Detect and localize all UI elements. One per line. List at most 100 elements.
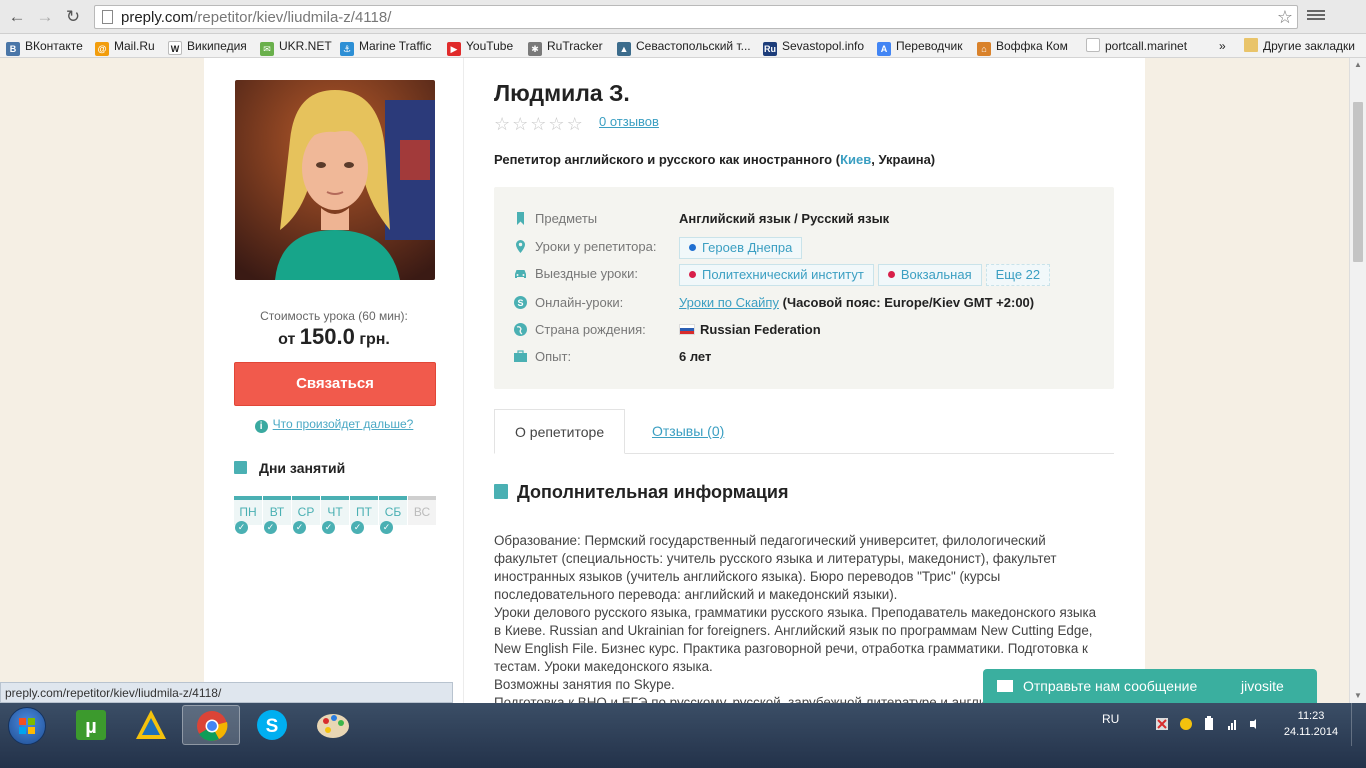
chat-message[interactable]: Отправьте нам сообщение xyxy=(1023,678,1197,694)
bookmark-1[interactable]: @ Mail.Ru xyxy=(95,38,155,56)
calendar-icon xyxy=(234,461,247,474)
page-scrollbar[interactable]: ▲ ▼ xyxy=(1349,58,1366,703)
envelope-icon xyxy=(997,680,1013,692)
youtube-icon: ▶ xyxy=(447,42,461,56)
tray-icons[interactable] xyxy=(1156,715,1256,733)
more-locations-button[interactable]: Еще 22 xyxy=(985,264,1051,286)
address-bar[interactable]: preply.com/repetitor/kiev/liudmila-z/411… xyxy=(94,5,1298,29)
what-next-link[interactable]: i Что произойдет дальше? xyxy=(204,417,464,433)
url-text[interactable]: preply.com/repetitor/kiev/liudmila-z/411… xyxy=(121,9,391,26)
bookmark-3[interactable]: ✉ UKR.NET xyxy=(260,38,332,56)
ukrnet-icon: ✉ xyxy=(260,42,274,56)
bookmark-0[interactable]: В ВКонтакте xyxy=(6,38,83,56)
bookmark-6[interactable]: ✱ RuTracker xyxy=(528,38,603,56)
utorrent-task[interactable]: µ xyxy=(62,705,120,745)
browser-toolbar: ← → ↻ preply.com/repetitor/kiev/liudmila… xyxy=(0,0,1366,34)
location-pin-icon xyxy=(516,240,525,253)
skype-task[interactable]: S xyxy=(243,705,301,745)
bookmarks-overflow[interactable]: » xyxy=(1219,38,1226,54)
vk-icon: В xyxy=(6,42,20,56)
reload-icon[interactable]: ↻ xyxy=(62,6,84,28)
profile-page: Стоимость урока (60 мин): от 150.0 грн. … xyxy=(204,58,1145,703)
days-title: Дни занятий xyxy=(234,460,345,476)
tab-about[interactable]: О репетиторе xyxy=(494,409,626,454)
day-6: ВС xyxy=(408,496,436,525)
day-3: ЧТ ✓ xyxy=(321,496,349,534)
tab-reviews[interactable]: Отзывы (0) xyxy=(632,409,744,454)
triangle-app-icon xyxy=(136,710,166,739)
home-icon: ⌂ xyxy=(977,42,991,56)
skype-icon: S xyxy=(514,296,527,309)
travel-tag[interactable]: Политехнический институт xyxy=(679,264,874,286)
reviews-link[interactable]: 0 отзывов xyxy=(599,114,659,129)
day-2: СР ✓ xyxy=(292,496,320,534)
travel-tag[interactable]: Вокзальная xyxy=(877,264,982,286)
taskbar: µ S xyxy=(0,703,1366,768)
sevastopol-icon: ▲ xyxy=(617,42,631,56)
russia-flag-icon xyxy=(679,324,695,335)
chrome-task[interactable] xyxy=(182,705,240,745)
day-5: СБ ✓ xyxy=(379,496,407,534)
about-paragraph: Образование: Пермский государственный пе… xyxy=(494,533,1057,602)
windows-logo-icon xyxy=(19,718,35,734)
bookmark-icon xyxy=(517,212,524,225)
bookmark-4[interactable]: ⚓ Marine Traffic xyxy=(340,38,431,56)
contact-button[interactable]: Связаться xyxy=(234,362,436,406)
scrollbar-thumb[interactable] xyxy=(1353,102,1363,262)
translator-icon: A xyxy=(877,42,891,56)
bookmark-9[interactable]: A Переводчик xyxy=(877,38,963,56)
menu-icon[interactable] xyxy=(1307,8,1325,24)
start-button[interactable] xyxy=(8,707,46,745)
scroll-down-icon[interactable]: ▼ xyxy=(1350,689,1366,703)
profile-sidebar: Стоимость урока (60 мин): от 150.0 грн. … xyxy=(204,58,464,703)
svg-text:µ: µ xyxy=(85,716,97,738)
bookmark-10[interactable]: ⌂ Воффка Ком xyxy=(977,38,1068,56)
back-icon[interactable]: ← xyxy=(6,6,28,28)
day-1: ВТ ✓ xyxy=(263,496,291,534)
check-icon: ✓ xyxy=(235,521,248,534)
page-icon xyxy=(1086,38,1100,52)
star-icon: ☆ xyxy=(566,114,585,134)
globe-icon xyxy=(514,323,527,336)
check-icon: ✓ xyxy=(380,521,393,534)
show-desktop-button[interactable] xyxy=(1351,703,1366,746)
page-icon xyxy=(102,10,113,24)
rutracker-icon: ✱ xyxy=(528,42,542,56)
info-icon: i xyxy=(254,420,268,433)
location-tag[interactable]: Героев Днепра xyxy=(679,237,803,259)
forward-icon[interactable]: → xyxy=(34,6,56,28)
utorrent-icon: µ xyxy=(76,710,106,740)
tutor-headline: Репетитор английского и русского как ино… xyxy=(494,152,936,167)
app-task[interactable] xyxy=(122,705,180,745)
experience-value: 6 лет xyxy=(679,349,712,364)
bookmark-7[interactable]: ▲ Севастопольский т... xyxy=(617,38,751,56)
bookmark-11[interactable]: portcall.marinet xyxy=(1086,38,1187,54)
rating-stars: ☆☆☆☆☆ xyxy=(494,114,585,135)
star-icon: ☆ xyxy=(494,114,513,134)
day-0: ПН ✓ xyxy=(234,496,262,534)
other-bookmarks[interactable]: Другие закладки xyxy=(1244,38,1355,54)
profile-tabs: О репетиторе Отзывы (0) xyxy=(494,409,1114,454)
price-label: Стоимость урока (60 мин): xyxy=(260,309,408,323)
bookmark-2[interactable]: W Википедия xyxy=(168,38,247,55)
system-clock[interactable]: 11:23 24.11.2014 xyxy=(1281,708,1341,740)
star-icon: ☆ xyxy=(548,114,567,134)
metro-dot-icon xyxy=(689,244,696,251)
bookmark-8[interactable]: Ru Sevastopol.info xyxy=(763,38,864,56)
language-indicator[interactable]: RU xyxy=(1102,712,1119,726)
folder-icon xyxy=(1244,38,1258,52)
paint-task[interactable] xyxy=(304,705,362,745)
metro-dot-icon xyxy=(689,271,696,278)
chat-widget[interactable]: Отправьте нам сообщение jivosite xyxy=(983,669,1317,703)
scroll-up-icon[interactable]: ▲ xyxy=(1350,58,1366,72)
bookmarks-bar: » Другие закладки В ВКонтакте @ Mail.Ru W Вик… xyxy=(0,34,1366,58)
skype-lessons-link[interactable]: Уроки по Скайпу xyxy=(679,295,779,310)
bookmark-5[interactable]: ▶ YouTube xyxy=(447,38,513,56)
skype-icon: S xyxy=(257,710,287,740)
price: от 150.0 грн. xyxy=(278,324,390,349)
wikipedia-icon: W xyxy=(168,41,182,55)
about-paragraph: Уроки делового русского языка, грамматик… xyxy=(494,605,1097,674)
city-link[interactable]: Киев xyxy=(840,152,871,167)
check-icon: ✓ xyxy=(322,521,335,534)
bookmark-star-icon[interactable]: ☆ xyxy=(1277,7,1293,28)
